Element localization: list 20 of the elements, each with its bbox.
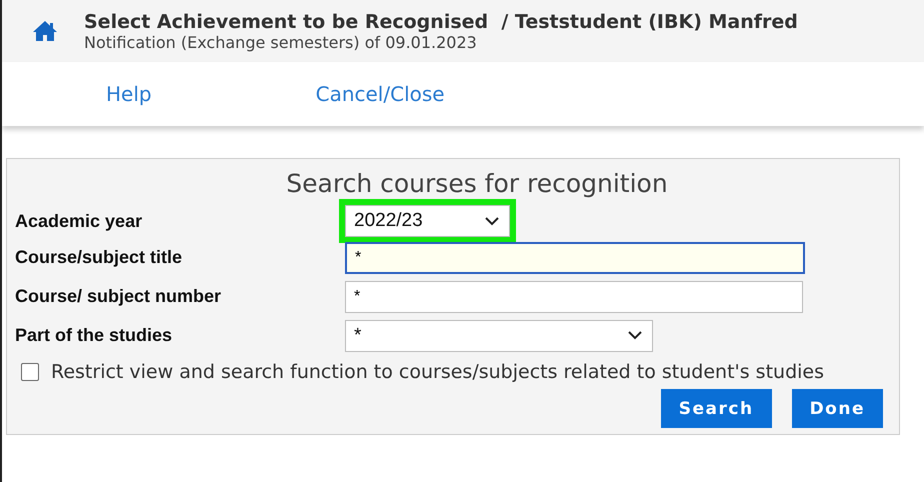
chevron-down-icon xyxy=(485,216,499,226)
page-subtitle: Notification (Exchange semesters) of 09.01.2023 xyxy=(84,32,478,52)
input-field[interactable]: * xyxy=(345,242,805,274)
panel-title: Search courses for recognition xyxy=(286,169,668,199)
field-label: Academic year xyxy=(15,210,144,232)
input-field[interactable]: * xyxy=(345,280,803,312)
home-icon[interactable] xyxy=(32,20,58,42)
checkbox[interactable] xyxy=(21,363,39,381)
field-label: Course/subject title xyxy=(15,247,184,268)
chevron-down-icon xyxy=(628,331,642,340)
page-title: Select Achievement to be Recognised / Teststudent (IBK) Manfred xyxy=(84,10,798,32)
checkbox-label: Restrict view and search function to courses/subjects related to student's studies xyxy=(51,361,824,383)
done-button[interactable]: Done xyxy=(792,389,883,428)
nav-link[interactable]: Cancel/Close xyxy=(316,82,445,106)
field-label: Part of the studies xyxy=(15,325,174,346)
search-button[interactable]: Search xyxy=(660,389,772,428)
field-label: Course/ subject number xyxy=(15,286,222,307)
dropdown[interactable]: 2022/23 xyxy=(345,205,510,237)
nav-link[interactable]: Help xyxy=(106,82,152,106)
dropdown[interactable]: * xyxy=(345,320,653,352)
